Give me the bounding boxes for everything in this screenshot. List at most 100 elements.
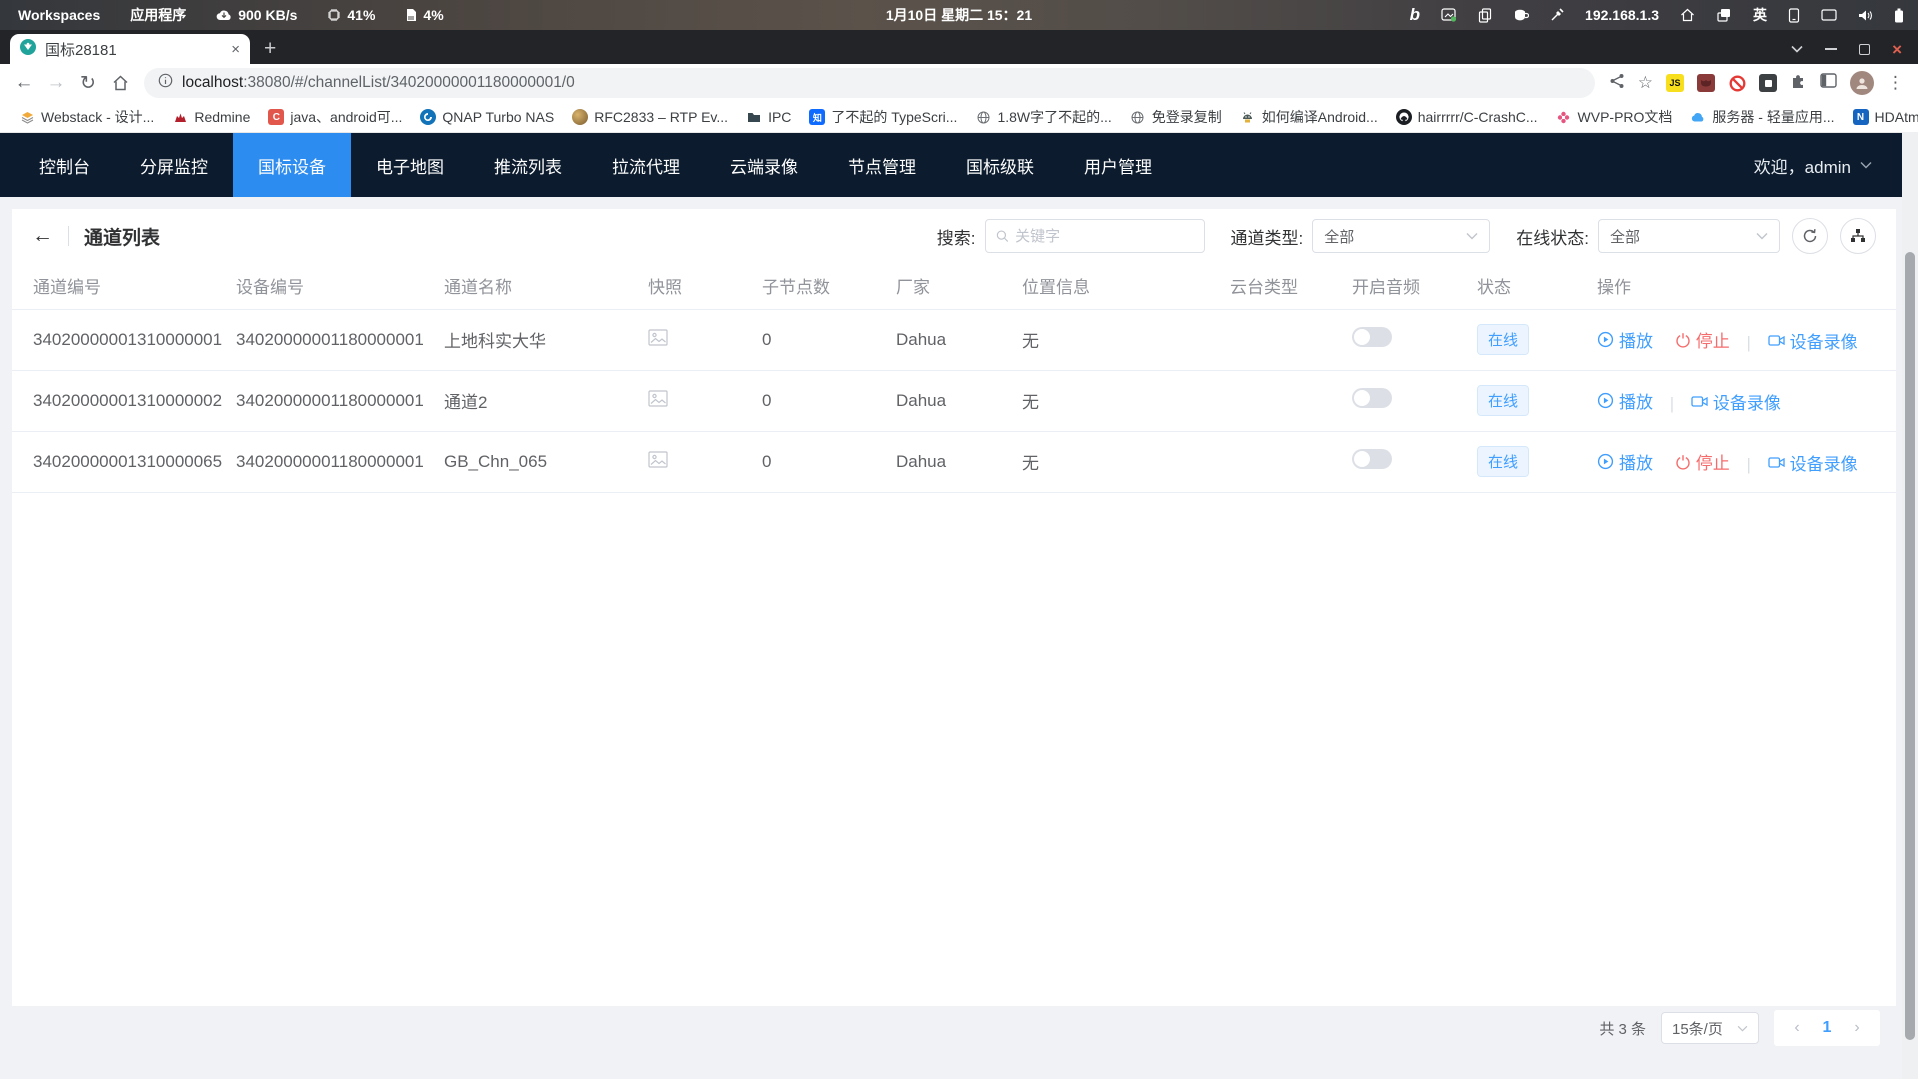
browser-menu-icon[interactable]: ⋮	[1887, 73, 1904, 93]
cpu-usage-indicator[interactable]: 41%	[327, 7, 375, 23]
extension-blocker-icon[interactable]	[1728, 74, 1746, 92]
nav-item-gb-device[interactable]: 国标设备	[233, 133, 351, 197]
applications-menu[interactable]: 应用程序	[130, 5, 186, 25]
manufacturer-cell: Dahua	[884, 309, 1010, 370]
video-camera-icon	[1768, 333, 1785, 348]
audio-toggle[interactable]	[1352, 388, 1392, 408]
search-input[interactable]	[1015, 228, 1193, 245]
bookmark-hdatmos[interactable]: N HDAtmos :: 种子 *...	[1844, 104, 1918, 130]
phone-link-icon[interactable]	[1788, 8, 1800, 23]
bing-tray-icon[interactable]: b	[1410, 5, 1420, 25]
bookmark-java-android[interactable]: C java、android可...	[259, 104, 411, 130]
home-button[interactable]	[104, 67, 136, 99]
audio-toggle[interactable]	[1352, 327, 1392, 347]
clock-menu[interactable]: 1月10日 星期二 15：21	[886, 5, 1032, 25]
bookmark-compile-android[interactable]: 如何编译Android...	[1231, 104, 1387, 130]
bookmark-rfc2833[interactable]: RFC2833 – RTP Ev...	[563, 106, 737, 128]
display-icon[interactable]	[1821, 9, 1837, 22]
next-page-button[interactable]: ›	[1842, 1019, 1872, 1037]
device-tree-button[interactable]	[1840, 218, 1876, 254]
network-speed-indicator[interactable]: 900 KB/s	[216, 7, 297, 23]
user-menu[interactable]: 欢迎，admin	[1754, 133, 1918, 197]
channel-type-select[interactable]: 全部	[1312, 219, 1490, 253]
page-size-select[interactable]: 15条/页	[1661, 1012, 1759, 1044]
audio-toggle[interactable]	[1352, 449, 1392, 469]
browser-tab[interactable]: 国标28181 ×	[10, 34, 250, 64]
play-button[interactable]: 播放	[1597, 327, 1653, 352]
prev-page-button[interactable]: ‹	[1782, 1019, 1812, 1037]
search-input-box[interactable]	[985, 219, 1205, 253]
battery-icon[interactable]	[1894, 8, 1904, 23]
tab-search-icon[interactable]	[1791, 40, 1803, 58]
snapshot-thumbnail[interactable]	[648, 392, 668, 411]
windows-tray-icon[interactable]	[1716, 8, 1732, 22]
coffee-tray-icon[interactable]	[1513, 8, 1529, 22]
profile-avatar[interactable]	[1850, 71, 1874, 95]
bookmark-18w-article[interactable]: 1.8W字了不起的...	[966, 104, 1120, 130]
bookmark-redmine[interactable]: Redmine	[163, 106, 259, 128]
play-button[interactable]: 播放	[1597, 449, 1653, 474]
channel-name-cell: 通道2	[432, 370, 636, 431]
back-button[interactable]: ←	[8, 67, 40, 99]
bookmark-qnap[interactable]: QNAP Turbo NAS	[411, 106, 563, 128]
bookmark-star-icon[interactable]: ☆	[1638, 73, 1653, 93]
new-tab-button[interactable]: +	[264, 37, 276, 61]
extension-js-icon[interactable]: JS	[1666, 74, 1684, 92]
window-maximize-button[interactable]	[1859, 44, 1870, 55]
bookmark-webstack[interactable]: Webstack - 设计...	[10, 104, 163, 130]
nav-item-pull-proxy[interactable]: 拉流代理	[587, 133, 705, 197]
color-picker-tray-icon[interactable]	[1550, 8, 1564, 22]
site-info-icon[interactable]	[158, 73, 173, 93]
pagination-bar: 共 3 条 15条/页 ‹ 1 ›	[12, 1006, 1896, 1050]
nav-item-e-map[interactable]: 电子地图	[351, 133, 469, 197]
stop-button[interactable]: 停止	[1675, 449, 1730, 474]
workspaces-menu[interactable]: Workspaces	[18, 7, 100, 23]
bookmark-copy-free[interactable]: 免登录复制	[1121, 104, 1231, 130]
nav-item-push-list[interactable]: 推流列表	[469, 133, 587, 197]
device-record-button[interactable]: 设备录像	[1768, 450, 1858, 475]
window-close-button[interactable]: ×	[1892, 41, 1902, 58]
side-panel-icon[interactable]	[1820, 73, 1837, 93]
tab-close-icon[interactable]: ×	[231, 41, 240, 58]
stop-button[interactable]: 停止	[1675, 327, 1730, 352]
extensions-puzzle-icon[interactable]	[1790, 72, 1807, 94]
screenshot-tray-icon[interactable]	[1441, 8, 1457, 22]
nav-item-console[interactable]: 控制台	[14, 133, 115, 197]
device-record-button[interactable]: 设备录像	[1768, 328, 1858, 353]
back-arrow-button[interactable]: ←	[32, 224, 53, 248]
device-record-button[interactable]: 设备录像	[1691, 389, 1781, 414]
snapshot-thumbnail[interactable]	[648, 453, 668, 472]
forward-button[interactable]: →	[40, 67, 72, 99]
nav-item-cloud-record[interactable]: 云端录像	[705, 133, 823, 197]
scrollbar-thumb[interactable]	[1905, 252, 1915, 1040]
online-status-select[interactable]: 全部	[1598, 219, 1780, 253]
bookmark-ipc[interactable]: IPC	[737, 106, 800, 128]
extension-screenshot-icon[interactable]	[1759, 74, 1777, 92]
bookmark-typescript-zhihu[interactable]: 知 了不起的 TypeScri...	[800, 104, 966, 130]
col-channel-name: 通道名称	[432, 263, 636, 309]
bookmark-github-crash[interactable]: hairrrrr/C-CrashC...	[1387, 106, 1547, 128]
nav-item-node-manage[interactable]: 节点管理	[823, 133, 941, 197]
snapshot-thumbnail[interactable]	[648, 331, 668, 350]
status-badge: 在线	[1477, 385, 1529, 416]
home-tray-icon[interactable]	[1680, 8, 1695, 22]
input-method-indicator[interactable]: 英	[1753, 5, 1767, 25]
volume-icon[interactable]	[1858, 9, 1873, 22]
address-bar[interactable]: localhost:38080/#/channelList/3402000000…	[144, 68, 1595, 98]
play-button[interactable]: 播放	[1597, 388, 1653, 413]
ip-address-indicator[interactable]: 192.168.1.3	[1585, 7, 1659, 23]
reload-button[interactable]: ↻	[72, 67, 104, 99]
nav-item-gb-cascade[interactable]: 国标级联	[941, 133, 1059, 197]
refresh-button[interactable]	[1792, 218, 1828, 254]
bookmark-wvp-docs[interactable]: WVP-PRO文档	[1547, 104, 1682, 130]
current-page-button[interactable]: 1	[1812, 1019, 1842, 1037]
scrollbar-track[interactable]	[1902, 132, 1918, 1079]
clipboard-tray-icon[interactable]	[1478, 8, 1492, 23]
share-icon[interactable]	[1609, 73, 1625, 94]
memory-usage-indicator[interactable]: 4%	[405, 7, 443, 23]
nav-item-user-manage[interactable]: 用户管理	[1059, 133, 1177, 197]
window-minimize-button[interactable]	[1825, 48, 1837, 50]
nav-item-split-monitor[interactable]: 分屏监控	[115, 133, 233, 197]
extension-mask-icon[interactable]	[1697, 74, 1715, 92]
bookmark-lighthouse-server[interactable]: 服务器 - 轻量应用...	[1681, 104, 1843, 130]
